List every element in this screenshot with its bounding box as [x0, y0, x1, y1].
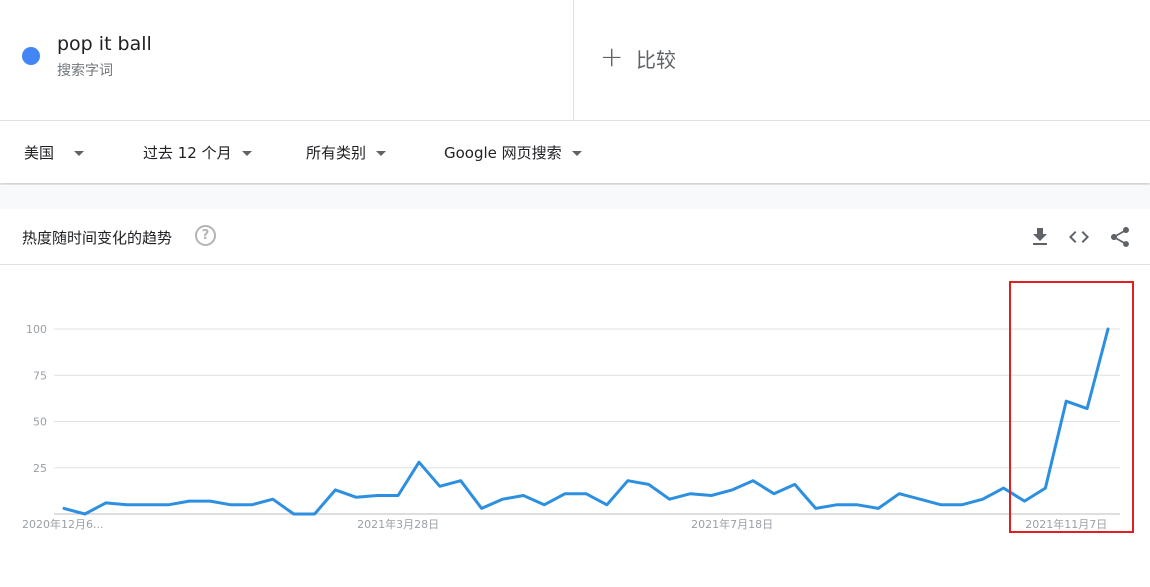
data-point [125, 503, 128, 506]
data-point [459, 479, 462, 482]
chevron-down-icon [376, 151, 387, 156]
data-point [939, 503, 942, 506]
data-point [376, 494, 379, 497]
data-point [772, 492, 775, 495]
compare-label: 比较 [636, 48, 676, 72]
data-point [752, 479, 755, 482]
card-header: 热度随时间变化的趋势 ? [0, 209, 1150, 265]
data-point [292, 513, 295, 516]
add-comparison-button[interactable]: + 比较 [574, 0, 1150, 120]
trend-chart: 25 50 75 100 2020年12月6... 2021年3月28日 2021年7月18… [22, 323, 1120, 531]
x-tick-label: 2021年3月28日 [357, 517, 439, 531]
data-point [793, 483, 796, 486]
data-point [919, 498, 922, 501]
data-point [981, 498, 984, 501]
data-point [104, 501, 107, 504]
data-point [710, 494, 713, 497]
data-point [731, 488, 734, 491]
help-icon[interactable]: ? [195, 225, 216, 246]
comparison-bar: pop it ball 搜索字词 + 比较 [0, 0, 1150, 121]
region-dropdown[interactable]: 美国 [24, 142, 85, 163]
data-point [334, 488, 337, 491]
data-point [417, 461, 420, 464]
data-point [63, 507, 66, 510]
download-icon[interactable] [1028, 225, 1052, 249]
data-point [188, 500, 191, 503]
data-point [605, 503, 608, 506]
plus-icon: + [600, 40, 624, 73]
search-term-card[interactable]: pop it ball 搜索字词 [0, 0, 574, 120]
data-point [564, 492, 567, 495]
data-point [146, 503, 149, 506]
data-point [668, 498, 671, 501]
chevron-down-icon [241, 151, 252, 156]
data-point [522, 494, 525, 497]
category-value: 所有类别 [306, 144, 367, 162]
search-term-subtitle: 搜索字词 [57, 63, 113, 79]
embed-icon[interactable] [1067, 225, 1091, 249]
period-value: 过去 12 个月 [143, 144, 232, 162]
chevron-down-icon [571, 151, 582, 156]
data-point [689, 492, 692, 495]
data-point [271, 498, 274, 501]
y-tick-label: 75 [33, 369, 47, 382]
data-point [83, 513, 86, 516]
y-tick-label: 25 [33, 462, 47, 475]
data-point [898, 492, 901, 495]
data-point [960, 503, 963, 506]
search-type-value: Google 网页搜索 [444, 144, 562, 162]
data-point [835, 503, 838, 506]
share-icon[interactable] [1108, 225, 1132, 249]
x-tick-label: 2020年12月6... [22, 517, 103, 531]
data-point [250, 503, 253, 506]
data-point [501, 498, 504, 501]
data-point [814, 507, 817, 510]
data-point [313, 513, 316, 516]
period-dropdown[interactable]: 过去 12 个月 [143, 142, 252, 163]
region-value: 美国 [24, 144, 55, 162]
data-point [480, 507, 483, 510]
data-point [626, 479, 629, 482]
data-point [877, 507, 880, 510]
data-point [647, 483, 650, 486]
data-point [1002, 487, 1005, 490]
card-title: 热度随时间变化的趋势 [22, 229, 173, 247]
data-point [438, 485, 441, 488]
category-dropdown[interactable]: 所有类别 [306, 142, 387, 163]
filter-bar: 美国 过去 12 个月 所有类别 Google 网页搜索 [0, 121, 1150, 183]
data-point [397, 494, 400, 497]
search-term-name: pop it ball [57, 33, 152, 55]
data-point [543, 503, 546, 506]
search-type-dropdown[interactable]: Google 网页搜索 [444, 142, 582, 163]
y-tick-label: 50 [33, 416, 47, 429]
data-point [355, 496, 358, 499]
data-point [167, 503, 170, 506]
data-point [585, 492, 588, 495]
section-gap [0, 185, 1150, 209]
series-color-dot [22, 47, 40, 65]
data-point [230, 503, 233, 506]
x-tick-label: 2021年7月18日 [691, 517, 773, 531]
data-point [856, 503, 859, 506]
highlight-annotation-box [1009, 281, 1134, 533]
y-tick-label: 100 [26, 323, 47, 336]
chevron-down-icon [74, 151, 85, 156]
data-point [209, 500, 212, 503]
